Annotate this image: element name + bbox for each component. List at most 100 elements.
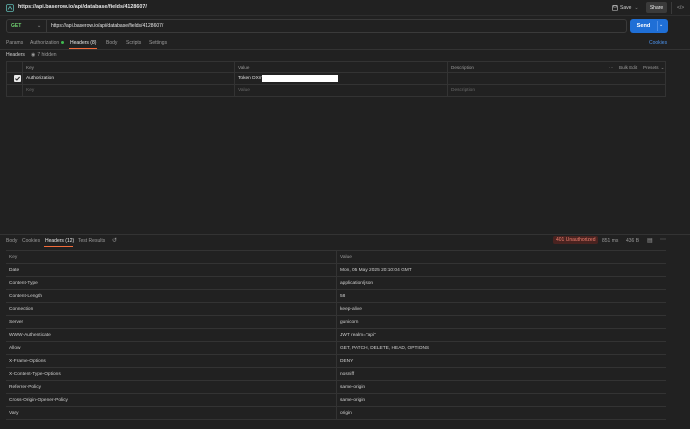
new-header-key-input[interactable]: Key bbox=[26, 88, 34, 93]
share-button[interactable]: Share bbox=[646, 2, 667, 13]
divider bbox=[336, 290, 337, 303]
active-tab-indicator bbox=[44, 246, 73, 247]
presets-menu[interactable]: Presets ⌄ bbox=[643, 65, 664, 71]
response-header-key[interactable]: Cross-Origin-Opener-Policy bbox=[9, 398, 68, 403]
column-header-description: Description bbox=[451, 65, 474, 70]
column-header-key: Key bbox=[9, 255, 18, 260]
response-header-key[interactable]: Allow bbox=[9, 346, 20, 351]
response-size[interactable]: 436 B bbox=[626, 238, 639, 244]
divider bbox=[336, 264, 337, 277]
response-header-value[interactable]: DENY bbox=[340, 359, 353, 364]
hidden-headers-toggle[interactable]: ◉ 7 hidden bbox=[31, 52, 57, 58]
new-header-description-input[interactable]: Description bbox=[451, 88, 475, 93]
response-header-value[interactable]: gunicorn bbox=[340, 320, 358, 325]
response-header-key[interactable]: Vary bbox=[9, 411, 19, 416]
response-header-value[interactable]: same-origin bbox=[340, 398, 365, 403]
new-header-value-input[interactable]: Value bbox=[238, 88, 250, 93]
request-title[interactable]: https://api.baserow.io/api/database/fiel… bbox=[18, 4, 147, 10]
table-row: Referrer-Policy same-origin bbox=[6, 381, 666, 394]
divider bbox=[6, 84, 666, 85]
method-select[interactable]: GET ⌄ bbox=[7, 20, 47, 32]
tab-test-results[interactable]: Test Results bbox=[78, 238, 105, 244]
header-enabled-checkbox[interactable] bbox=[14, 75, 21, 82]
column-header-value: Value bbox=[340, 255, 352, 260]
tab-scripts[interactable]: Scripts bbox=[126, 40, 141, 46]
response-header-value[interactable]: 58 bbox=[340, 294, 345, 299]
eye-off-icon: ◉ bbox=[31, 52, 36, 58]
response-header-key[interactable]: Content-Length bbox=[9, 294, 42, 299]
tab-body[interactable]: Body bbox=[106, 40, 117, 46]
chevron-down-icon: ⌄ bbox=[37, 23, 42, 29]
tab-settings[interactable]: Settings bbox=[149, 40, 167, 46]
tab-response-body[interactable]: Body bbox=[6, 238, 17, 244]
method-value: GET bbox=[11, 23, 22, 29]
response-header-key[interactable]: X-Content-Type-Options bbox=[9, 372, 61, 377]
table-row: Date Mon, 05 May 2025 20:10:04 GMT bbox=[6, 264, 666, 277]
divider bbox=[0, 49, 690, 50]
tab-headers[interactable]: Headers (8) bbox=[70, 40, 96, 46]
column-header-key: Key bbox=[26, 65, 34, 70]
response-header-value[interactable]: application/json bbox=[340, 281, 373, 286]
request-bar: GET ⌄ https://api.baserow.io/api/databas… bbox=[6, 19, 627, 33]
response-header-key[interactable]: Content-Type bbox=[9, 281, 38, 286]
table-row: X-Frame-Options DENY bbox=[6, 355, 666, 368]
response-header-value[interactable]: JWT realm="api" bbox=[340, 333, 376, 338]
status-badge[interactable]: 401 Unauthorized bbox=[553, 236, 599, 244]
header-key-cell[interactable]: Authorization bbox=[26, 76, 54, 81]
more-options-icon[interactable]: ⋯ bbox=[609, 65, 614, 71]
divider bbox=[336, 394, 337, 407]
response-time[interactable]: 851 ms bbox=[602, 238, 618, 244]
divider bbox=[336, 368, 337, 381]
table-row: Allow GET, PATCH, DELETE, HEAD, OPTIONS bbox=[6, 342, 666, 355]
save-button[interactable]: Save ⌄ bbox=[612, 3, 639, 13]
response-header-key[interactable]: X-Frame-Options bbox=[9, 359, 46, 364]
divider bbox=[6, 72, 666, 73]
response-header-value[interactable]: nosniff bbox=[340, 372, 354, 377]
table-header-row: Key Value bbox=[6, 251, 666, 264]
chevron-down-icon: ⌄ bbox=[634, 5, 639, 11]
history-icon[interactable]: ↺ bbox=[112, 237, 117, 244]
tab-params[interactable]: Params bbox=[6, 40, 23, 46]
response-header-key[interactable]: Connection bbox=[9, 307, 33, 312]
table-row: Content-Length 58 bbox=[6, 290, 666, 303]
presets-label: Presets bbox=[643, 65, 659, 70]
send-options-chevron-icon[interactable]: ⌄ bbox=[659, 22, 663, 28]
response-header-value[interactable]: origin bbox=[340, 411, 352, 416]
response-header-value[interactable]: keep-alive bbox=[340, 307, 362, 312]
more-options-icon[interactable]: ⋯ bbox=[660, 236, 666, 243]
response-header-key[interactable]: WWW-Authenticate bbox=[9, 333, 51, 338]
bulk-edit-link[interactable]: Bulk Edit bbox=[619, 65, 637, 70]
send-button[interactable]: Send bbox=[630, 19, 657, 33]
pane-divider[interactable] bbox=[0, 234, 690, 235]
response-header-key[interactable]: Date bbox=[9, 268, 19, 273]
headers-section-label: Headers bbox=[6, 52, 25, 58]
response-header-key[interactable]: Referrer-Policy bbox=[9, 385, 41, 390]
response-header-value[interactable]: same-origin bbox=[340, 385, 365, 390]
tab-response-cookies[interactable]: Cookies bbox=[22, 238, 40, 244]
check-icon bbox=[15, 76, 20, 81]
response-header-key[interactable]: Server bbox=[9, 320, 23, 325]
hidden-headers-label: 7 hidden bbox=[37, 52, 57, 58]
header-value-cell[interactable]: Token DXm bbox=[238, 76, 263, 81]
response-header-value[interactable]: GET, PATCH, DELETE, HEAD, OPTIONS bbox=[340, 346, 429, 351]
divider bbox=[6, 61, 7, 97]
title-bar: https://api.baserow.io/api/database/fiel… bbox=[0, 0, 690, 16]
save-response-icon[interactable]: ▤ bbox=[647, 237, 653, 244]
divider bbox=[336, 342, 337, 355]
tab-label: Authorization bbox=[30, 40, 60, 46]
redaction-box bbox=[262, 75, 338, 82]
send-button-group: Send ⌄ bbox=[630, 19, 668, 33]
status-dot-icon bbox=[61, 41, 65, 45]
divider bbox=[671, 2, 672, 14]
divider bbox=[665, 61, 666, 97]
tab-authorization[interactable]: Authorization bbox=[30, 40, 65, 46]
cookies-link[interactable]: Cookies bbox=[649, 40, 667, 46]
divider bbox=[22, 61, 23, 97]
divider bbox=[336, 329, 337, 342]
response-header-value[interactable]: Mon, 05 May 2025 20:10:04 GMT bbox=[340, 268, 412, 273]
tab-response-headers[interactable]: Headers (12) bbox=[45, 238, 74, 244]
code-snippet-button[interactable]: </> bbox=[677, 3, 684, 13]
status-text: 401 Unauthorized bbox=[553, 236, 599, 244]
url-input[interactable]: https://api.baserow.io/api/database/fiel… bbox=[51, 23, 163, 29]
column-header-value: Value bbox=[238, 65, 250, 70]
